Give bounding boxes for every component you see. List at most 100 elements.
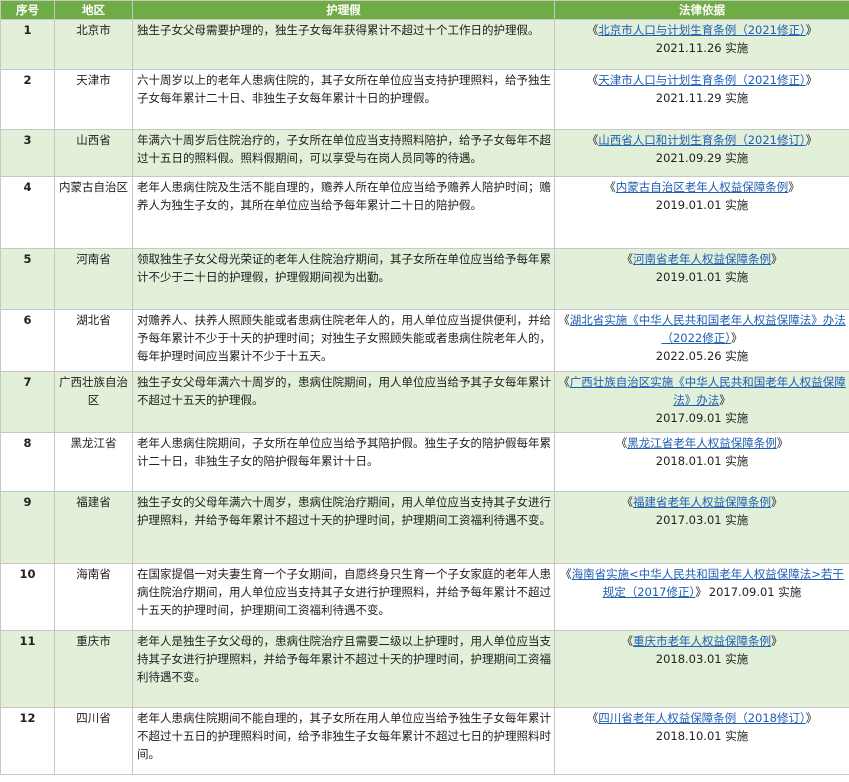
law-open-quote: 《 xyxy=(558,375,570,389)
row-leave-text: 独生子女的父母年满六十周岁，患病住院治疗期间，用人单位应当支持其子女进行护理照料… xyxy=(132,491,555,564)
row-law-cell: 《北京市人口与计划生育条例（2021修正）》 2021.11.26 实施 xyxy=(554,19,849,70)
header-no: 序号 xyxy=(0,0,55,20)
law-close-quote: 》 xyxy=(771,252,783,266)
row-number: 5 xyxy=(0,248,55,310)
table-row: 10 海南省 在国家提倡一对夫妻生育一个子女期间，自愿终身只生育一个子女家庭的老… xyxy=(0,563,849,631)
law-open-quote: 《 xyxy=(621,634,634,648)
row-number: 2 xyxy=(0,69,55,130)
row-law-cell: 《广西壮族自治区实施《中华人民共和国老年人权益保障法》办法》 2017.09.01… xyxy=(554,371,849,433)
law-link[interactable]: 山西省人口和计划生育条例（2021修订） xyxy=(598,133,806,147)
row-law-cell: 《四川省老年人权益保障条例（2018修订）》 2018.10.01 实施 xyxy=(554,707,849,775)
header-law: 法律依据 xyxy=(554,0,849,20)
law-link[interactable]: 重庆市老年人权益保障条例 xyxy=(633,634,771,648)
row-number: 4 xyxy=(0,176,55,249)
row-law-cell: 《福建省老年人权益保障条例》 2017.03.01 实施 xyxy=(554,491,849,564)
law-link[interactable]: 广西壮族自治区实施《中华人民共和国老年人权益保障法》办法 xyxy=(570,375,846,407)
row-number: 7 xyxy=(0,371,55,433)
row-region: 福建省 xyxy=(54,491,133,564)
law-effective-date: 2021.09.29 实施 xyxy=(655,151,749,165)
law-link[interactable]: 福建省老年人权益保障条例 xyxy=(633,495,771,509)
row-leave-text: 在国家提倡一对夫妻生育一个子女期间，自愿终身只生育一个子女家庭的老年人患病住院治… xyxy=(132,563,555,631)
table-row: 3 山西省 年满六十周岁后住院治疗的，子女所在单位应当支持照料陪护，给予子女每年… xyxy=(0,129,849,177)
law-close-quote: 》 xyxy=(805,133,818,147)
law-open-quote: 《 xyxy=(615,436,628,450)
table-row: 9 福建省 独生子女的父母年满六十周岁，患病住院治疗期间，用人单位应当支持其子女… xyxy=(0,491,849,564)
row-leave-text: 老年人患病住院期间，子女所在单位应当给予其陪护假。独生子女的陪护假每年累计二十日… xyxy=(132,432,555,492)
law-close-quote: 》 xyxy=(771,634,783,648)
row-region: 广西壮族自治区 xyxy=(54,371,133,433)
row-number: 11 xyxy=(0,630,55,708)
law-link[interactable]: 四川省老年人权益保障条例（2018修订） xyxy=(598,711,806,725)
law-link[interactable]: 河南省老年人权益保障条例 xyxy=(633,252,771,266)
row-leave-text: 独生子女父母年满六十周岁的，患病住院期间，用人单位应当给予其子女每年累计不超过十… xyxy=(132,371,555,433)
law-open-quote: 《 xyxy=(586,133,599,147)
law-close-quote: 》 xyxy=(695,585,707,599)
table-header-row: 序号 地区 护理假 法律依据 xyxy=(0,0,849,20)
law-link[interactable]: 湖北省实施《中华人民共和国老年人权益保障法》办法（2022修正） xyxy=(570,313,846,345)
row-law-cell: 《黑龙江省老年人权益保障条例》 2018.01.01 实施 xyxy=(554,432,849,492)
row-region: 湖北省 xyxy=(54,309,133,372)
table-row: 5 河南省 领取独生子女父母光荣证的老年人住院治疗期间，其子女所在单位应当给予每… xyxy=(0,248,849,310)
row-leave-text: 领取独生子女父母光荣证的老年人住院治疗期间，其子女所在单位应当给予每年累计不少于… xyxy=(132,248,555,310)
law-effective-date: 2019.01.01 实施 xyxy=(655,270,749,284)
law-close-quote: 》 xyxy=(805,711,818,725)
row-law-cell: 《海南省实施<中华人民共和国老年人权益保障法>若干规定（2017修正）》 2017… xyxy=(554,563,849,631)
row-region: 河南省 xyxy=(54,248,133,310)
law-open-quote: 《 xyxy=(560,567,572,581)
row-region: 重庆市 xyxy=(54,630,133,708)
row-law-cell: 《重庆市老年人权益保障条例》 2018.03.01 实施 xyxy=(554,630,849,708)
law-effective-date: 2021.11.26 实施 xyxy=(655,41,749,55)
row-leave-text: 六十周岁以上的老年人患病住院的，其子女所在单位应当支持护理照料，给予独生子女每年… xyxy=(132,69,555,130)
law-effective-date: 2022.05.26 实施 xyxy=(655,349,749,363)
row-law-cell: 《天津市人口与计划生育条例（2021修正）》 2021.11.29 实施 xyxy=(554,69,849,130)
law-open-quote: 《 xyxy=(621,252,634,266)
header-region: 地区 xyxy=(54,0,133,20)
row-law-cell: 《内蒙古自治区老年人权益保障条例》 2019.01.01 实施 xyxy=(554,176,849,249)
row-leave-text: 老年人是独生子女父母的，患病住院治疗且需要二级以上护理时，用人单位应当支持其子女… xyxy=(132,630,555,708)
table-row: 4 内蒙古自治区 老年人患病住院及生活不能自理的，赡养人所在单位应当给予赡养人陪… xyxy=(0,176,849,249)
law-effective-date: 2017.09.01 实施 xyxy=(708,585,802,599)
table-body: 1 北京市 独生子女父母需要护理的，独生子女每年获得累计不超过十个工作日的护理假… xyxy=(0,19,849,775)
law-effective-date: 2018.10.01 实施 xyxy=(655,729,749,743)
law-effective-date: 2019.01.01 实施 xyxy=(655,198,749,212)
law-close-quote: 》 xyxy=(776,436,789,450)
law-close-quote: 》 xyxy=(805,23,818,37)
row-number: 8 xyxy=(0,432,55,492)
law-link[interactable]: 内蒙古自治区老年人权益保障条例 xyxy=(616,180,789,194)
law-close-quote: 》 xyxy=(771,495,783,509)
row-region: 山西省 xyxy=(54,129,133,177)
row-region: 北京市 xyxy=(54,19,133,70)
row-region: 内蒙古自治区 xyxy=(54,176,133,249)
header-leave: 护理假 xyxy=(132,0,555,20)
table-row: 12 四川省 老年人患病住院期间不能自理的，其子女所在用人单位应当给予独生子女每… xyxy=(0,707,849,775)
law-close-quote: 》 xyxy=(719,393,731,407)
row-region: 四川省 xyxy=(54,707,133,775)
law-open-quote: 《 xyxy=(558,313,570,327)
law-effective-date: 2018.01.01 实施 xyxy=(655,454,749,468)
table-row: 6 湖北省 对赡养人、扶养人照顾失能或者患病住院老年人的，用人单位应当提供便利，… xyxy=(0,309,849,372)
row-number: 3 xyxy=(0,129,55,177)
law-link[interactable]: 天津市人口与计划生育条例（2021修正） xyxy=(598,73,806,87)
law-open-quote: 《 xyxy=(586,23,599,37)
law-close-quote: 》 xyxy=(805,73,818,87)
row-leave-text: 老年人患病住院期间不能自理的，其子女所在用人单位应当给予独生子女每年累计不超过十… xyxy=(132,707,555,775)
law-link[interactable]: 黑龙江省老年人权益保障条例 xyxy=(627,436,777,450)
law-open-quote: 《 xyxy=(621,495,634,509)
row-leave-text: 对赡养人、扶养人照顾失能或者患病住院老年人的，用人单位应当提供便利，并给予每年累… xyxy=(132,309,555,372)
table-row: 11 重庆市 老年人是独生子女父母的，患病住院治疗且需要二级以上护理时，用人单位… xyxy=(0,630,849,708)
leave-policy-table: 序号 地区 护理假 法律依据 1 北京市 独生子女父母需要护理的，独生子女每年获… xyxy=(0,0,849,775)
table-row: 2 天津市 六十周岁以上的老年人患病住院的，其子女所在单位应当支持护理照料，给予… xyxy=(0,69,849,130)
law-effective-date: 2018.03.01 实施 xyxy=(655,652,749,666)
law-effective-date: 2017.09.01 实施 xyxy=(655,411,749,425)
law-open-quote: 《 xyxy=(586,711,599,725)
law-link[interactable]: 海南省实施<中华人民共和国老年人权益保障法>若干规定（2017修正） xyxy=(572,567,844,599)
law-close-quote: 》 xyxy=(731,331,743,345)
row-law-cell: 《湖北省实施《中华人民共和国老年人权益保障法》办法（2022修正）》 2022.0… xyxy=(554,309,849,372)
law-effective-date: 2017.03.01 实施 xyxy=(655,513,749,527)
row-number: 10 xyxy=(0,563,55,631)
row-law-cell: 《河南省老年人权益保障条例》 2019.01.01 实施 xyxy=(554,248,849,310)
row-number: 12 xyxy=(0,707,55,775)
law-link[interactable]: 北京市人口与计划生育条例（2021修正） xyxy=(598,23,806,37)
row-region: 天津市 xyxy=(54,69,133,130)
row-number: 6 xyxy=(0,309,55,372)
